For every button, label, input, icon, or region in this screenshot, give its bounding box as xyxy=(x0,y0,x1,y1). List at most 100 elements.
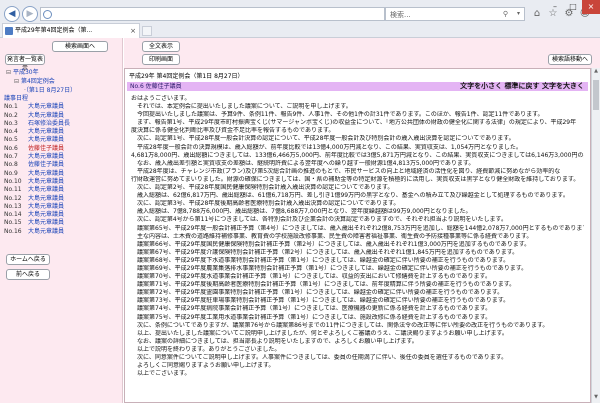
list-item[interactable]: No.8 佐藤佳子議員 xyxy=(4,161,120,169)
home-return-button[interactable]: ホームへ戻る xyxy=(6,254,50,265)
list-item[interactable]: No.2 大島元章議員 xyxy=(4,112,120,120)
list-item[interactable]: No.15 大島元章議員 xyxy=(4,219,120,227)
next-search-button[interactable]: 検索語移動へ xyxy=(548,54,592,65)
speaker-list-button[interactable]: 発言者一覧表示 xyxy=(5,54,45,72)
address-bar[interactable] xyxy=(40,7,385,21)
list-item-number: No.2 xyxy=(4,111,18,119)
minutes-paragraph: 次に、認定第2号、平成28年度国民健康保険特別会計歳入歳出決算の認定についてであ… xyxy=(131,184,394,192)
home-icon[interactable]: ⌂ xyxy=(530,7,544,21)
list-item-speaker[interactable]: 大島元章議員 xyxy=(28,219,64,226)
list-item-speaker[interactable]: 大島元章議員 xyxy=(28,186,64,193)
right-toolbar: 全文表示 印刷画面 検索語移動へ xyxy=(124,38,600,68)
minutes-body: おはようございます。 それでは、本定例会に提出いたしました議案について、ご説明を… xyxy=(125,91,590,378)
scroll-down-icon[interactable]: ▼ xyxy=(592,394,600,403)
minutes-paragraph: 次に、条例についてでありますが、議案第76号から議案第86号までの11件につきま… xyxy=(131,321,549,329)
search-box[interactable]: 検索... ⚲ ▾ xyxy=(385,7,525,21)
close-icon[interactable]: × xyxy=(130,24,136,38)
minutes-paragraph: なお、歳入歳出差引額と実質収支の差額は、継続明許費による翌年度への繰り越す一般財… xyxy=(131,159,475,167)
list-item-number: No.3 xyxy=(4,119,18,127)
list-item-speaker[interactable]: 石塚修治委員長 xyxy=(28,120,70,127)
list-item[interactable]: No.5 大島元章議員 xyxy=(4,136,120,144)
list-item-speaker[interactable]: 大島元章議員 xyxy=(28,203,64,210)
tab-title: 平成29年第4回定例会（第... xyxy=(15,27,93,34)
forward-arrow-icon[interactable]: ▶ xyxy=(22,6,38,22)
chevron-down-icon[interactable]: ▾ xyxy=(517,10,520,17)
list-item-speaker[interactable]: 佐藤佳子議員 xyxy=(28,145,64,152)
search-icon[interactable]: ⚲ xyxy=(503,10,508,18)
tree-root[interactable]: 平成30年 xyxy=(13,69,39,76)
list-item-speaker[interactable]: 佐藤佳子議員 xyxy=(28,161,64,168)
list-item-number: No.7 xyxy=(4,153,18,161)
list-item-speaker[interactable]: 大島元章議員 xyxy=(28,170,64,177)
minutes-paragraph: なお、議案の詳細につきましては、担当部長より説明をいたしますので、よろしくお願い… xyxy=(131,337,418,345)
scrollbar[interactable]: ▲ ▼ xyxy=(591,68,600,403)
list-item-speaker[interactable]: 大島元章議員 xyxy=(28,112,64,119)
list-item[interactable]: No.9 大島元章議員 xyxy=(4,170,120,178)
minutes-paragraph: よろしくご同意賜りますようお願い申し上げます。 xyxy=(131,362,275,370)
speaker-rows: No.1 大島元章議員 No.2 大島元章議員 No.3 石塚修治委員長 No.4 大島元章議… xyxy=(4,103,120,236)
list-item-number: No.11 xyxy=(4,186,22,194)
list-item-number: No.10 xyxy=(4,177,22,185)
show-all-button[interactable]: 全文表示 xyxy=(142,41,180,52)
ie-logo-icon xyxy=(43,10,52,19)
search-screen-button[interactable]: 検索画面へ xyxy=(52,41,108,52)
session-title: 平成29年 第4回定例会（第1日 8月27日） xyxy=(129,73,244,80)
minutes-paragraph: 議案第75号、平成29年度工業用水道事業会計補正予算（第1号）につきましては、施… xyxy=(131,313,492,321)
speaker-name: No.6 佐藤佳子議員 xyxy=(130,83,182,90)
scroll-up-icon[interactable]: ▲ xyxy=(592,68,600,77)
list-item-number: No.8 xyxy=(4,161,18,169)
list-item-speaker[interactable]: 大島元章議員 xyxy=(28,136,64,143)
minutes-paragraph: 議案第66号、平成29年度国民健康保険特別会計補正予算（第2号）につきましては、… xyxy=(131,240,531,248)
back-arrow-icon[interactable]: ◀ xyxy=(4,6,20,22)
tree-child[interactable]: 第4回定例会 xyxy=(21,78,55,85)
new-tab-button[interactable] xyxy=(142,26,152,36)
minutes-paragraph: 以上でございます。 xyxy=(131,370,191,378)
minutes-paragraph: それでは、本定例会に提出いたしました議案について、ご説明を申し上げます。 xyxy=(131,103,352,111)
minimize-icon[interactable]: – xyxy=(546,0,564,14)
tree-toggle-icon[interactable]: ⊟ xyxy=(6,69,11,76)
minutes-paragraph: 度決算に係る健全化判断比率及び資金不足比率を報告するものであります。 xyxy=(131,127,335,135)
list-item-number: No.12 xyxy=(4,194,22,202)
list-item[interactable]: No.13 大島元章議員 xyxy=(4,203,120,211)
font-size-links[interactable]: 文字を小さく 標準に戻す 文字を大きく xyxy=(460,82,584,91)
speaker-list: 議事日程 No.1 大島元章議員 No.2 大島元章議員 No.3 石塚修治委員長 No.4… xyxy=(4,95,120,236)
list-item-number: No.15 xyxy=(4,219,22,227)
minutes-paragraph: 次に、認定第4号から第11号につきましては、各特別会計及び企業会計の決算認定であ… xyxy=(131,216,507,224)
minutes-paragraph: 議案第68号、平成29年度下水道事業特別会計補正予算（第1号）につきましては、繰… xyxy=(131,256,510,264)
list-item-number: No.9 xyxy=(4,169,18,177)
minutes-paragraph: 議案第73号、平成29年度駐車場事業特別会計補正予算（第1号）につきましては、繰… xyxy=(131,297,510,305)
print-button[interactable]: 印刷画面 xyxy=(142,54,180,65)
list-item[interactable]: No.6 佐藤佳子議員 xyxy=(4,145,120,153)
list-item-speaker[interactable]: 大島元章議員 xyxy=(28,178,64,185)
list-item-number: No.14 xyxy=(4,211,22,219)
list-item-number: No.13 xyxy=(4,202,22,210)
minutes-paragraph: 議案第65号、平成29年度一般会計補正予算（第4号）につきましては、歳入歳出それ… xyxy=(131,224,584,232)
tree-leaf[interactable]: （第1日 8月27日） xyxy=(26,87,76,94)
list-item-speaker[interactable]: 大島元章議員 xyxy=(28,195,64,202)
list-item-speaker[interactable]: 大島元章議員 xyxy=(28,128,64,135)
list-item[interactable]: No.12 大島元章議員 xyxy=(4,195,120,203)
window-close-icon[interactable]: × xyxy=(582,0,600,14)
browser-tab[interactable]: 平成29年第4回定例会（第... × xyxy=(2,23,140,38)
list-item-speaker[interactable]: 大島元章議員 xyxy=(28,153,64,160)
list-item[interactable]: No.11 大島元章議員 xyxy=(4,186,120,194)
minutes-document: 平成29年 第4回定例会（第1日 8月27日） No.6 佐藤佳子議員 文字を小… xyxy=(124,68,591,403)
scroll-thumb[interactable] xyxy=(593,80,599,110)
list-item-speaker[interactable]: 大島元章議員 xyxy=(28,228,64,235)
minutes-paragraph: 議案第72号、平成29年度霊園事業特別会計補正予算（第1号）につきましては、繰越… xyxy=(131,289,504,297)
list-item-speaker[interactable]: 大島元章議員 xyxy=(28,103,64,110)
minutes-paragraph: まず、報告第1号、平成29年度市町村振興宝くじ(サマージャンボ宝くじ)の収益金に… xyxy=(131,119,577,127)
session-tree: ⊟ 平成30年 ⊟ 第4回定例会 ·（第1日 8月27日） xyxy=(6,68,76,95)
back-button[interactable]: 前へ戻る xyxy=(6,269,50,280)
minutes-paragraph: 歳入総額は、7億8,788万6,000円、歳出総額は、7億8,688万7,000… xyxy=(131,208,472,216)
list-item[interactable]: No.3 石塚修治委員長 xyxy=(4,120,120,128)
minutes-paragraph: 次に、認定第1号、平成28年度一般会計決算の認定について、平成28年度一般会計及… xyxy=(131,135,515,143)
list-item[interactable]: No.16 大島元章議員 xyxy=(4,228,120,236)
tree-toggle-icon[interactable]: ⊟ xyxy=(14,78,19,85)
list-item[interactable]: No.1 大島元章議員 xyxy=(4,103,120,111)
minutes-paragraph: 歳入総額は、62億6,817万円、歳出総額は、61億6,718万円、差し引き1億… xyxy=(131,192,569,200)
maximize-icon[interactable]: □ xyxy=(564,0,582,14)
minutes-paragraph: 議案第69号、平成29年度農業集落排水事業特別会計補正予算（第1号）につきまして… xyxy=(131,264,528,272)
list-item-number: No.1 xyxy=(4,103,18,111)
list-item-speaker[interactable]: 大島元章議員 xyxy=(28,211,64,218)
